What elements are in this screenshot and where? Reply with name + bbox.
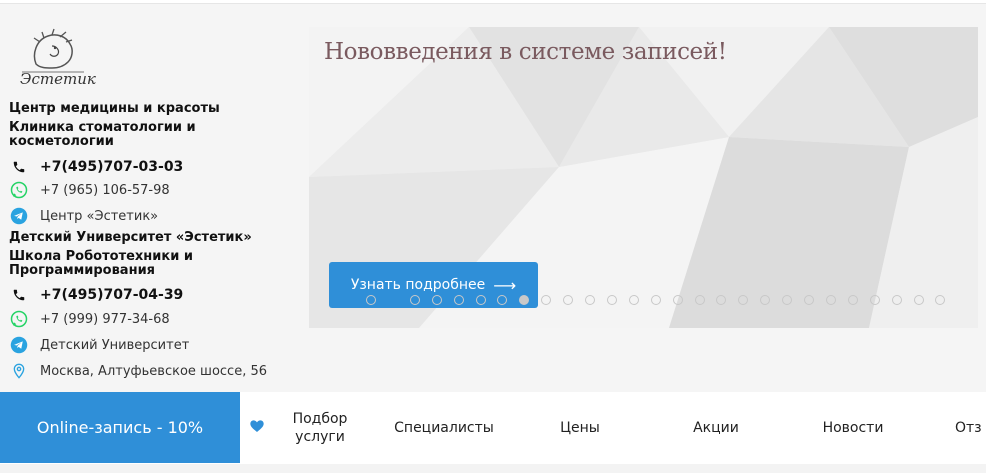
hero-banner[interactable]: Нововведения в системе записей! Узнать п…: [309, 27, 978, 328]
slider-dot[interactable]: [453, 295, 464, 305]
phone-icon: [10, 286, 28, 304]
address-row[interactable]: Москва, Алтуфьевское шоссе, 56: [10, 360, 267, 382]
slider-dot[interactable]: [672, 295, 683, 305]
center1-phone[interactable]: +7(495)707-03-03: [40, 159, 183, 175]
slider-dot[interactable]: [366, 295, 376, 305]
slider-dot[interactable]: [585, 295, 595, 305]
center2-whatsapp[interactable]: +7 (999) 977-34-68: [40, 312, 170, 327]
center1-whatsapp-row[interactable]: +7 (965) 106-57-98: [10, 179, 170, 201]
top-border: [0, 0, 986, 4]
slider-dot[interactable]: [804, 295, 814, 305]
center1-telegram[interactable]: Центр «Эстетик»: [40, 209, 158, 224]
logo[interactable]: Эстетик: [14, 28, 96, 92]
arrow-right-icon: ⟶: [493, 275, 517, 295]
nav-item-prices[interactable]: Цены: [540, 392, 620, 463]
learn-more-label: Узнать подробнее: [350, 277, 486, 293]
center1-subtitle: Клиника стоматологии и косметологии: [9, 120, 196, 149]
slider-dot[interactable]: [869, 295, 880, 305]
phone-icon: [10, 158, 28, 176]
telegram-icon: [10, 207, 28, 225]
contacts-sidebar: Эстетик Центр медицины и красоты Клиника…: [0, 22, 300, 392]
center2-subtitle: Школа Робототехники и Программирования: [9, 249, 193, 278]
center1-whatsapp[interactable]: +7 (965) 106-57-98: [40, 183, 170, 198]
slider-dot[interactable]: [913, 295, 924, 305]
slider-dot[interactable]: [694, 295, 705, 305]
center2-whatsapp-row[interactable]: +7 (999) 977-34-68: [10, 308, 170, 330]
whatsapp-icon: [10, 181, 28, 199]
center2-phone-row[interactable]: +7(495)707-04-39: [10, 284, 183, 306]
nav-item-reviews[interactable]: Отз: [955, 392, 986, 463]
location-pin-icon: [10, 362, 28, 380]
slider-dot[interactable]: [409, 295, 420, 305]
main-nav: Online-запись - 10% Подбор услуги Специа…: [0, 392, 986, 464]
slider-dot[interactable]: [431, 295, 442, 305]
nav-item-service-selection[interactable]: Подбор услуги: [280, 392, 360, 463]
nav-item-promotions[interactable]: Акции: [676, 392, 756, 463]
center2-telegram-row[interactable]: Детский Университет: [10, 334, 189, 356]
slider-dot[interactable]: [650, 295, 661, 305]
address[interactable]: Москва, Алтуфьевское шоссе, 56: [40, 364, 267, 379]
center2-title: Детский Университет «Эстетик»: [9, 230, 252, 245]
slider-dot[interactable]: [606, 295, 617, 305]
center2-telegram[interactable]: Детский Университет: [40, 338, 189, 353]
telegram-icon: [10, 336, 28, 354]
slider-dot[interactable]: [825, 295, 836, 305]
nav-item-specialists[interactable]: Специалисты: [384, 392, 504, 463]
slider-dot[interactable]: [847, 295, 858, 305]
banner-title: Нововведения в системе записей!: [324, 39, 727, 65]
nav-item-news[interactable]: Новости: [813, 392, 893, 463]
center1-phone-row[interactable]: +7(495)707-03-03: [10, 156, 183, 178]
heart-icon[interactable]: [249, 418, 265, 434]
whatsapp-icon: [10, 310, 28, 328]
slider-dot[interactable]: [628, 295, 639, 305]
logo-text: Эстетик: [20, 70, 96, 88]
center1-title: Центр медицины и красоты: [9, 101, 220, 116]
center1-telegram-row[interactable]: Центр «Эстетик»: [10, 205, 158, 227]
slider-dot[interactable]: [475, 295, 486, 305]
center2-phone[interactable]: +7(495)707-04-39: [40, 287, 183, 303]
slider-dot[interactable]: [891, 295, 902, 305]
online-booking-button[interactable]: Online-запись - 10%: [0, 392, 240, 463]
bottom-strip: [0, 464, 986, 473]
